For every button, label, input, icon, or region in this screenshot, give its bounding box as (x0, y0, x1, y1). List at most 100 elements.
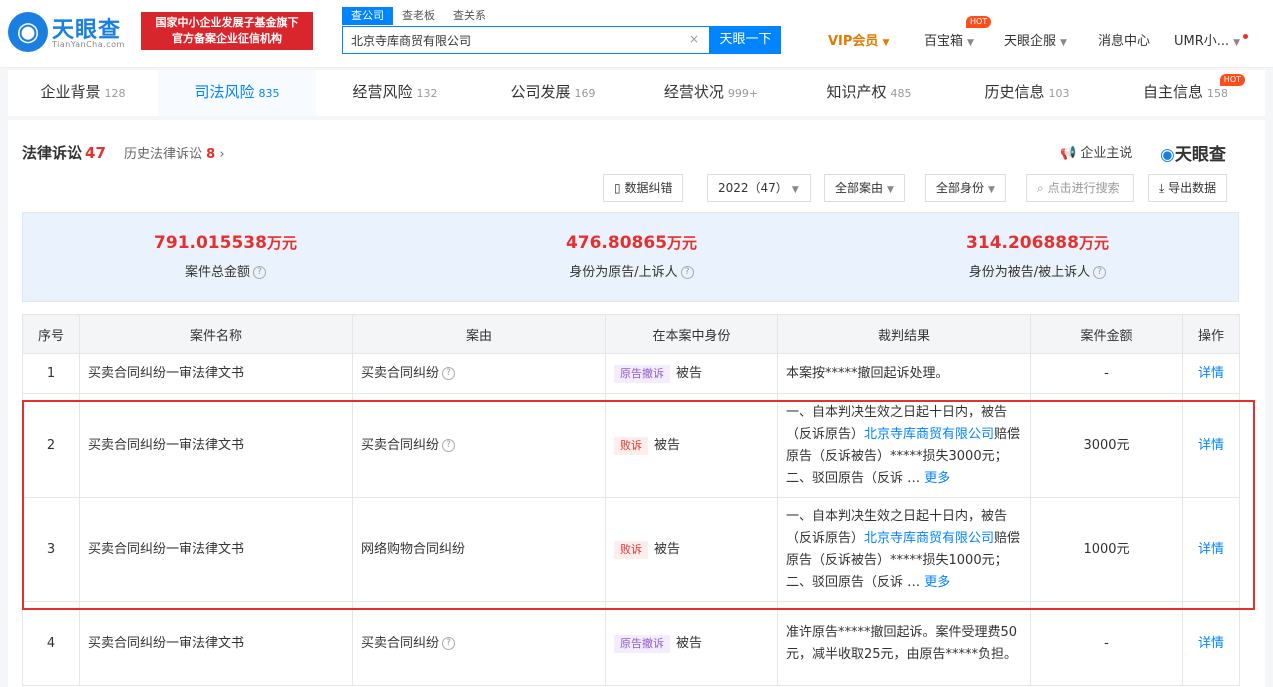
chevron-down-icon: ▼ (882, 38, 890, 48)
table-search-input[interactable]: ⌕ 点击进行搜索 (1026, 174, 1134, 202)
tab-count: 158 (1207, 87, 1228, 100)
status-badge: 原告撤诉 (614, 634, 670, 653)
case-amount: - (1030, 353, 1183, 394)
treasure-box-menu[interactable]: 百宝箱 ▼ (924, 30, 974, 49)
year-filter[interactable]: 2022（47） ▼ (707, 174, 811, 202)
help-icon[interactable]: ? (253, 266, 266, 279)
promo-label: 企业主说 (1080, 146, 1133, 161)
identity-value: 全部身份 (936, 181, 985, 195)
tab-self-info[interactable]: 自主信息 158 HOT (1106, 70, 1265, 116)
search-placeholder: 点击进行搜索 (1047, 181, 1120, 195)
enterprise-label: 天眼企服 (1004, 34, 1057, 49)
identity-filter[interactable]: 全部身份 ▼ (925, 174, 1006, 202)
tab-count: 132 (416, 87, 438, 100)
chevron-down-icon: ▼ (887, 185, 894, 195)
cause-text: 买卖合同纠纷 (361, 365, 440, 381)
case-cause: 买卖合同纠纷? (352, 601, 606, 686)
hot-badge: HOT (966, 16, 992, 28)
official-badge: 国家中小企业发展子基金旗下 官方备案企业征信机构 (141, 12, 313, 50)
case-name: 买卖合同纠纷一审法律文书 (79, 393, 353, 498)
more-link[interactable]: 更多 (924, 575, 950, 590)
export-button[interactable]: ⤓ 导出数据 (1148, 174, 1228, 202)
history-lawsuit-link[interactable]: 历史法律诉讼 8 › (124, 143, 225, 162)
search-button[interactable]: 天眼一下 (710, 26, 781, 54)
detail-link[interactable]: 详情 (1182, 601, 1240, 686)
brand-eye-icon: ◉ (1160, 145, 1175, 165)
tab-judicial-risk[interactable]: 司法风险 835 (158, 70, 316, 116)
data-correction-button[interactable]: ▯ 数据纠错 (603, 174, 684, 202)
search-icon: ⌕ (1037, 181, 1044, 195)
tab-count: 103 (1048, 87, 1070, 100)
company-link[interactable]: 北京寺库商贸有限公司 (864, 427, 994, 442)
stat-label: 身份为原告/上诉人 (569, 265, 678, 280)
cause-value: 全部案由 (835, 181, 884, 195)
case-name: 买卖合同纠纷一审法律文书 (79, 497, 353, 602)
table-row: 4 买卖合同纠纷一审法律文书 买卖合同纠纷? 原告撤诉 被告 准许原告*****撤… (22, 601, 1240, 686)
search-type-tabs: 查公司 查老板 查关系 (342, 7, 495, 25)
download-icon: ⤓ (1159, 181, 1165, 195)
tab-label: 经营风险 (352, 83, 413, 101)
help-icon[interactable]: ? (442, 438, 456, 452)
enterprise-service-menu[interactable]: 天眼企服 ▼ (1004, 30, 1067, 49)
tab-operations[interactable]: 经营状况 999+ (632, 70, 790, 116)
stat-unit: 万元 (667, 234, 698, 252)
help-icon[interactable]: ? (1093, 266, 1107, 279)
search-tab-relation[interactable]: 查关系 (444, 7, 495, 25)
tab-ip[interactable]: 知识产权 485 (790, 70, 948, 116)
search-input[interactable] (343, 27, 673, 53)
row-number: 3 (22, 497, 80, 602)
role-text: 被告 (676, 635, 703, 651)
tab-background[interactable]: 企业背景 128 (8, 70, 158, 116)
help-icon[interactable]: ? (442, 636, 456, 650)
role-text: 被告 (676, 365, 703, 381)
detail-link[interactable]: 详情 (1182, 353, 1240, 394)
case-result: 准许原告*****撤回起诉。案件受理费50元，减半收取25元，由原告*****负… (777, 601, 1031, 686)
search-tab-boss[interactable]: 查老板 (393, 7, 444, 25)
history-count: 8 (206, 147, 216, 162)
detail-link[interactable]: 详情 (1182, 393, 1240, 498)
logo-eye-icon: ◉ (8, 12, 48, 52)
search-tab-company[interactable]: 查公司 (342, 7, 393, 25)
col-header: 案件金额 (1030, 314, 1183, 354)
tab-label: 经营状况 (663, 83, 724, 101)
correction-label: 数据纠错 (624, 181, 673, 195)
detail-link[interactable]: 详情 (1182, 497, 1240, 602)
help-icon[interactable]: ? (442, 366, 456, 380)
row-number: 4 (22, 601, 80, 686)
enterprise-promo-link[interactable]: 📢 企业主说 (1060, 142, 1132, 161)
chevron-down-icon: ▼ (967, 38, 974, 48)
case-name: 买卖合同纠纷一审法律文书 (79, 601, 353, 686)
cause-filter[interactable]: 全部案由 ▼ (824, 174, 905, 202)
case-amount: 3000元 (1030, 393, 1183, 498)
tab-development[interactable]: 公司发展 169 (474, 70, 632, 116)
col-header: 案件名称 (79, 314, 353, 354)
tab-history[interactable]: 历史信息 103 (948, 70, 1106, 116)
logo-domain: TianYanCha.com (52, 40, 125, 49)
tab-count: 128 (104, 87, 126, 100)
col-header: 操作 (1182, 314, 1240, 354)
message-center-link[interactable]: 消息中心 (1098, 30, 1150, 49)
year-value: 2022（47） (718, 181, 788, 195)
vip-menu[interactable]: VIP会员 ▼ (828, 30, 889, 49)
site-logo[interactable]: ◉ 天眼查 TianYanCha.com (8, 10, 132, 54)
tab-count: 169 (574, 87, 596, 100)
tab-count: 999+ (727, 87, 759, 100)
detail-link-text: 详情 (1197, 541, 1224, 557)
role-text: 被告 (654, 541, 681, 557)
table-row: 3 买卖合同纠纷一审法律文书 网络购物合同纠纷 败诉 被告 一、自本判决生效之日起… (22, 497, 1240, 602)
search-box: × (342, 26, 710, 54)
tab-business-risk[interactable]: 经营风险 132 (316, 70, 474, 116)
tab-label: 自主信息 (1142, 83, 1203, 101)
user-menu[interactable]: UMR小... ▼ (1174, 30, 1240, 49)
stat-label: 案件总金额 (184, 265, 250, 280)
stat-value: 314.206888 (966, 233, 1079, 253)
clear-search-icon[interactable]: × (689, 32, 699, 46)
case-result: 本案按*****撤回起诉处理。 (777, 353, 1031, 394)
help-icon[interactable]: ? (680, 266, 694, 279)
section-count: 47 (85, 144, 106, 162)
more-link[interactable]: 更多 (924, 471, 950, 486)
case-cause: 网络购物合同纠纷 (352, 497, 606, 602)
company-link[interactable]: 北京寺库商贸有限公司 (864, 531, 994, 546)
stat-total: 791.015538万元 案件总金额? (23, 213, 428, 280)
col-header: 在本案中身份 (605, 314, 778, 354)
